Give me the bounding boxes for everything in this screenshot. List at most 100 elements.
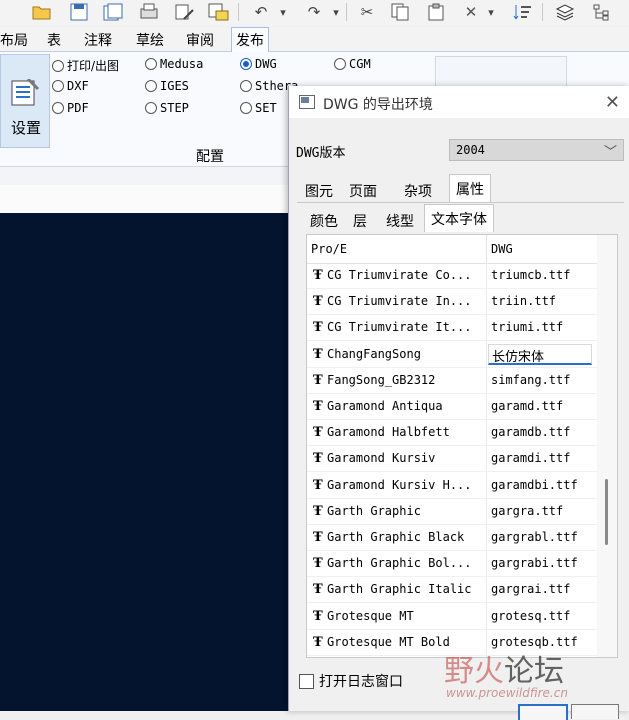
- tab-properties[interactable]: 属性: [449, 174, 491, 202]
- tab-publish[interactable]: 发布: [231, 27, 269, 53]
- proe-font-name: Grotesque MT: [327, 608, 414, 623]
- table-row[interactable]: Ŧ CG Triumvirate Co... triumcb.ttf: [307, 263, 597, 289]
- table-row[interactable]: Ŧ Garamond Kursiv H... garamdbi.ttf: [307, 473, 597, 499]
- save-icon[interactable]: [68, 1, 90, 23]
- tab-color[interactable]: 颜色: [304, 207, 344, 232]
- paste-icon[interactable]: [425, 1, 447, 23]
- redo-dropdown-icon[interactable]: ▾: [329, 1, 343, 23]
- radio-iges[interactable]: IGES: [145, 79, 189, 93]
- tab-sketch[interactable]: 草绘: [136, 30, 164, 50]
- dwg-font-cell[interactable]: garamdbi.ttf: [491, 478, 578, 492]
- proe-font-cell: Ŧ FangSong_GB2312: [313, 373, 485, 388]
- tab-table[interactable]: 表: [47, 30, 61, 50]
- table-row[interactable]: Ŧ Garamond Halbfett garamdb.ttf: [307, 420, 597, 447]
- delete-icon[interactable]: ✕: [460, 1, 482, 23]
- radio-dwg[interactable]: DWG: [240, 57, 277, 71]
- dwg-version-select[interactable]: 2004 ﹀: [449, 139, 624, 161]
- cut-icon[interactable]: ✂: [356, 1, 378, 23]
- radio-cgm[interactable]: CGM: [334, 57, 371, 71]
- table-row[interactable]: Ŧ ChangFangSong 长仿宋体: [307, 342, 597, 368]
- checkbox-box[interactable]: [299, 673, 314, 689]
- drawing-canvas[interactable]: [0, 213, 296, 711]
- dwg-font-cell[interactable]: gargrabi.ttf: [491, 556, 578, 570]
- radio-step[interactable]: STEP: [145, 101, 189, 115]
- undo-dropdown-icon[interactable]: ▾: [276, 1, 290, 23]
- font-icon: Ŧ: [313, 268, 323, 283]
- setup-button[interactable]: 设置: [0, 54, 50, 148]
- sort-icon[interactable]: [512, 1, 534, 23]
- tab-entities[interactable]: 图元: [299, 177, 339, 202]
- table-row[interactable]: Ŧ Grotesque MT grotesq.ttf: [307, 604, 597, 630]
- proe-font-name: Garth Graphic Black: [327, 530, 465, 544]
- table-row[interactable]: Ŧ Garamond Antiqua garamd.ttf: [307, 394, 597, 420]
- tree-icon[interactable]: [591, 1, 613, 23]
- print-icon[interactable]: [138, 1, 160, 23]
- copy-icon[interactable]: [389, 1, 411, 23]
- table-row[interactable]: Ŧ Garamond Kursiv garamdi.ttf: [307, 446, 597, 473]
- table-row[interactable]: Ŧ Garth Graphic Bol... gargrabi.ttf: [307, 551, 597, 578]
- table-row[interactable]: Ŧ CG Triumvirate In... triin.ttf: [307, 289, 597, 316]
- font-icon: Ŧ: [313, 372, 323, 388]
- tab-text-font[interactable]: 文本字体: [424, 204, 494, 232]
- open-folder-icon[interactable]: [31, 1, 53, 23]
- cancel-button[interactable]: [571, 704, 619, 719]
- radio-medusa[interactable]: Medusa: [145, 57, 203, 71]
- delete-dropdown-icon[interactable]: ▾: [484, 1, 498, 23]
- magic-icon[interactable]: [174, 1, 196, 23]
- tab-layout[interactable]: 布局: [0, 30, 28, 50]
- open-log-window-label: 打开日志窗口: [319, 674, 403, 690]
- proe-font-name: CG Triumvirate In...: [327, 294, 472, 309]
- dialog-title: DWG 的导出环境: [323, 97, 433, 113]
- radio-print[interactable]: 打印/出图: [52, 57, 119, 74]
- dwg-font-cell[interactable]: triumi.ttf: [491, 320, 563, 334]
- table-scrollbar[interactable]: [597, 235, 617, 657]
- tab-annotate[interactable]: 注释: [84, 30, 112, 50]
- save-copy-icon[interactable]: [102, 1, 124, 23]
- tab-page[interactable]: 页面: [343, 177, 383, 202]
- font-mapping-table: Pro/E DWG Ŧ CG Triumvirate Co... triumcb.t…: [306, 234, 618, 658]
- dwg-font-cell[interactable]: gargrabl.ttf: [491, 530, 578, 544]
- proe-font-name: Garth Graphic: [327, 503, 421, 518]
- tab-layer[interactable]: 层: [347, 207, 373, 232]
- table-row[interactable]: Ŧ CG Triumvirate It... triumi.ttf: [307, 315, 597, 342]
- dwg-font-cell[interactable]: garamdi.ttf: [491, 451, 570, 465]
- setup-icon: [10, 77, 40, 113]
- watermark-url: www.proewildfire.cn: [446, 686, 568, 700]
- proe-font-cell: Ŧ Garth Graphic Bol...: [313, 556, 485, 571]
- open-log-window-checkbox[interactable]: 打开日志窗口: [299, 671, 403, 691]
- table-row[interactable]: Ŧ Garth Graphic Italic gargrai.ttf: [307, 577, 597, 604]
- scrollbar-thumb[interactable]: [605, 479, 608, 545]
- header-dwg[interactable]: DWG: [491, 242, 513, 256]
- ok-button[interactable]: [518, 704, 568, 720]
- dwg-font-cell[interactable]: garamdb.ttf: [491, 425, 570, 439]
- radio-dxf[interactable]: DXF: [52, 79, 89, 93]
- header-proe[interactable]: Pro/E: [311, 242, 347, 256]
- layers-icon[interactable]: [554, 1, 576, 23]
- undo-icon[interactable]: ↶: [250, 1, 272, 23]
- forum-watermark: 野火论坛 www.proewildfire.cn: [444, 646, 568, 700]
- table-row[interactable]: Ŧ FangSong_GB2312 simfang.ttf: [307, 368, 597, 394]
- table-row[interactable]: Ŧ Garth Graphic Black gargrabl.ttf: [307, 525, 597, 551]
- tab-misc[interactable]: 杂项: [398, 177, 438, 202]
- table-row[interactable]: Ŧ Garth Graphic gargra.ttf: [307, 499, 597, 525]
- tab-linetype[interactable]: 线型: [380, 207, 420, 232]
- dwg-font-cell[interactable]: gargrai.ttf: [491, 582, 570, 596]
- redo-icon[interactable]: ↷: [303, 1, 325, 23]
- radio-set[interactable]: SET: [240, 101, 277, 115]
- tab-review[interactable]: 审阅: [186, 30, 214, 50]
- font-icon: Ŧ: [313, 425, 323, 441]
- dwg-font-cell[interactable]: gargra.ttf: [491, 504, 563, 518]
- font-icon: Ŧ: [313, 608, 323, 624]
- radio-pdf[interactable]: PDF: [52, 101, 89, 115]
- font-icon: Ŧ: [313, 451, 323, 467]
- dwg-font-cell[interactable]: triin.ttf: [491, 294, 556, 308]
- dwg-font-cell[interactable]: triumcb.ttf: [491, 268, 570, 282]
- ribbon-tab-bar: 布局 表 注释 草绘 审阅 发布: [0, 27, 629, 53]
- dwg-font-cell[interactable]: garamd.ttf: [491, 399, 563, 413]
- dwg-font-cell[interactable]: grotesq.ttf: [491, 609, 570, 623]
- close-icon[interactable]: ✕: [605, 92, 620, 113]
- export-icon[interactable]: [208, 1, 230, 23]
- dwg-export-dialog: DWG 的导出环境 ✕ DWG版本 2004 ﹀ 图元 页面 杂项 属性 颜色 …: [288, 86, 629, 720]
- dwg-font-edit-field[interactable]: 长仿宋体: [488, 343, 592, 365]
- dwg-font-cell[interactable]: simfang.ttf: [491, 373, 570, 387]
